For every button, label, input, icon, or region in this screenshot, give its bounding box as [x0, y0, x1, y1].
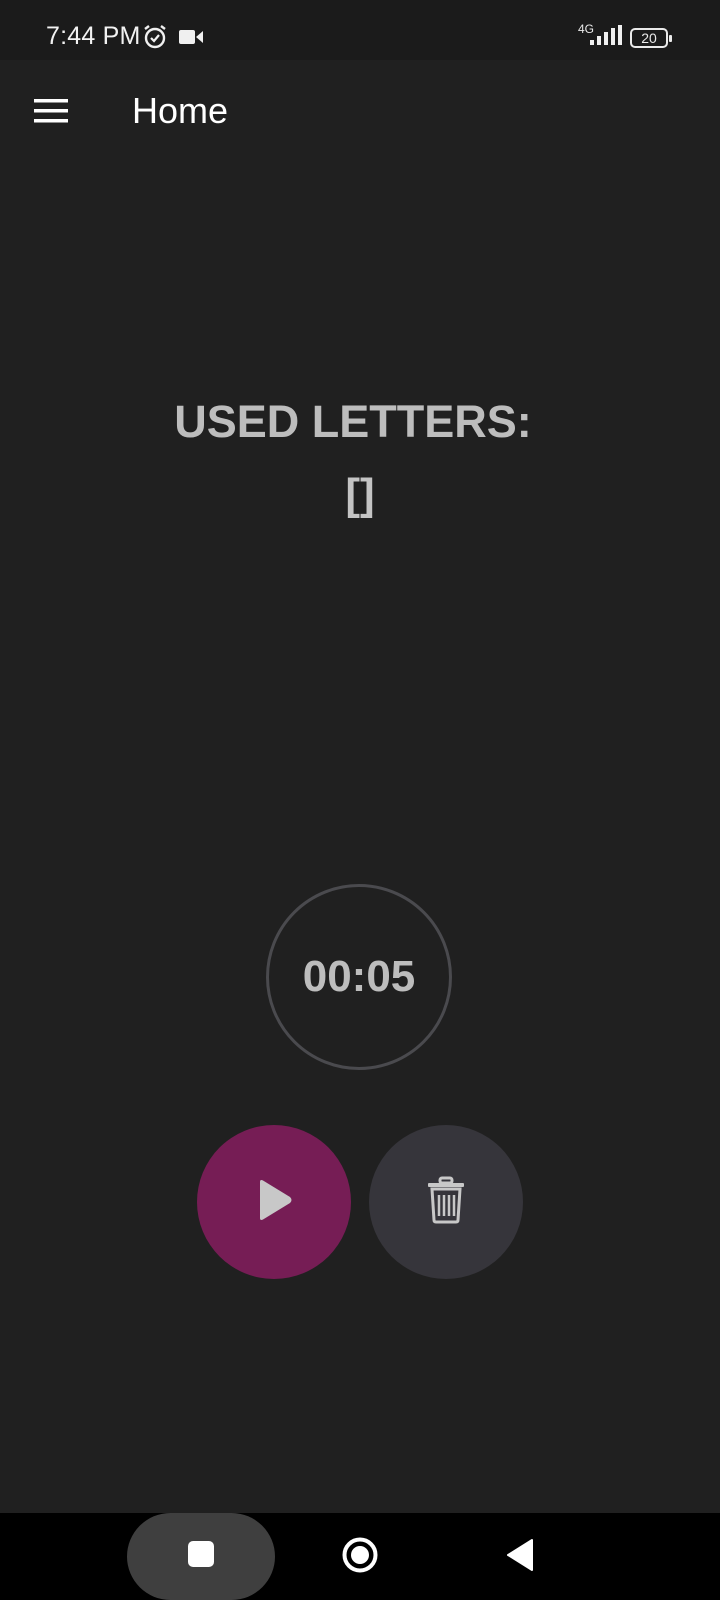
page-title: Home	[132, 90, 229, 131]
status-time: 7:44 PM	[46, 22, 141, 50]
app-screen: 7:44 PM 4G 20 Home USED LETTERS: [] 00:0…	[0, 0, 720, 1600]
system-nav-bar	[0, 1513, 720, 1600]
battery-level: 20	[641, 29, 657, 46]
status-bar: 7:44 PM 4G 20	[0, 0, 720, 60]
nav-recents-button[interactable]	[127, 1513, 275, 1600]
play-button[interactable]	[197, 1125, 351, 1279]
trash-icon	[425, 1176, 467, 1229]
menu-button[interactable]	[28, 90, 74, 136]
used-letters-label: USED LETTERS:	[174, 396, 532, 447]
status-icons-right: 4G 20	[578, 22, 672, 51]
app-bar: Home	[0, 60, 720, 164]
hamburger-menu-icon	[34, 98, 68, 129]
nav-back-button[interactable]	[500, 1537, 540, 1577]
alarm-icon	[142, 24, 168, 55]
used-letters-value: []	[345, 470, 375, 519]
signal-icon: 4G	[578, 22, 622, 51]
delete-button[interactable]	[369, 1125, 523, 1279]
recents-square-icon	[187, 1540, 215, 1573]
back-triangle-icon	[506, 1538, 534, 1577]
network-label: 4G	[578, 22, 595, 36]
video-camera-icon	[178, 28, 204, 51]
play-icon	[254, 1178, 294, 1227]
nav-home-button[interactable]	[338, 1535, 382, 1579]
timer-ring: 00:05	[266, 884, 452, 1070]
battery-icon: 20	[630, 27, 672, 48]
status-icons-left	[142, 24, 204, 55]
home-circle-icon	[341, 1536, 379, 1579]
timer-text: 00:05	[302, 952, 416, 1001]
